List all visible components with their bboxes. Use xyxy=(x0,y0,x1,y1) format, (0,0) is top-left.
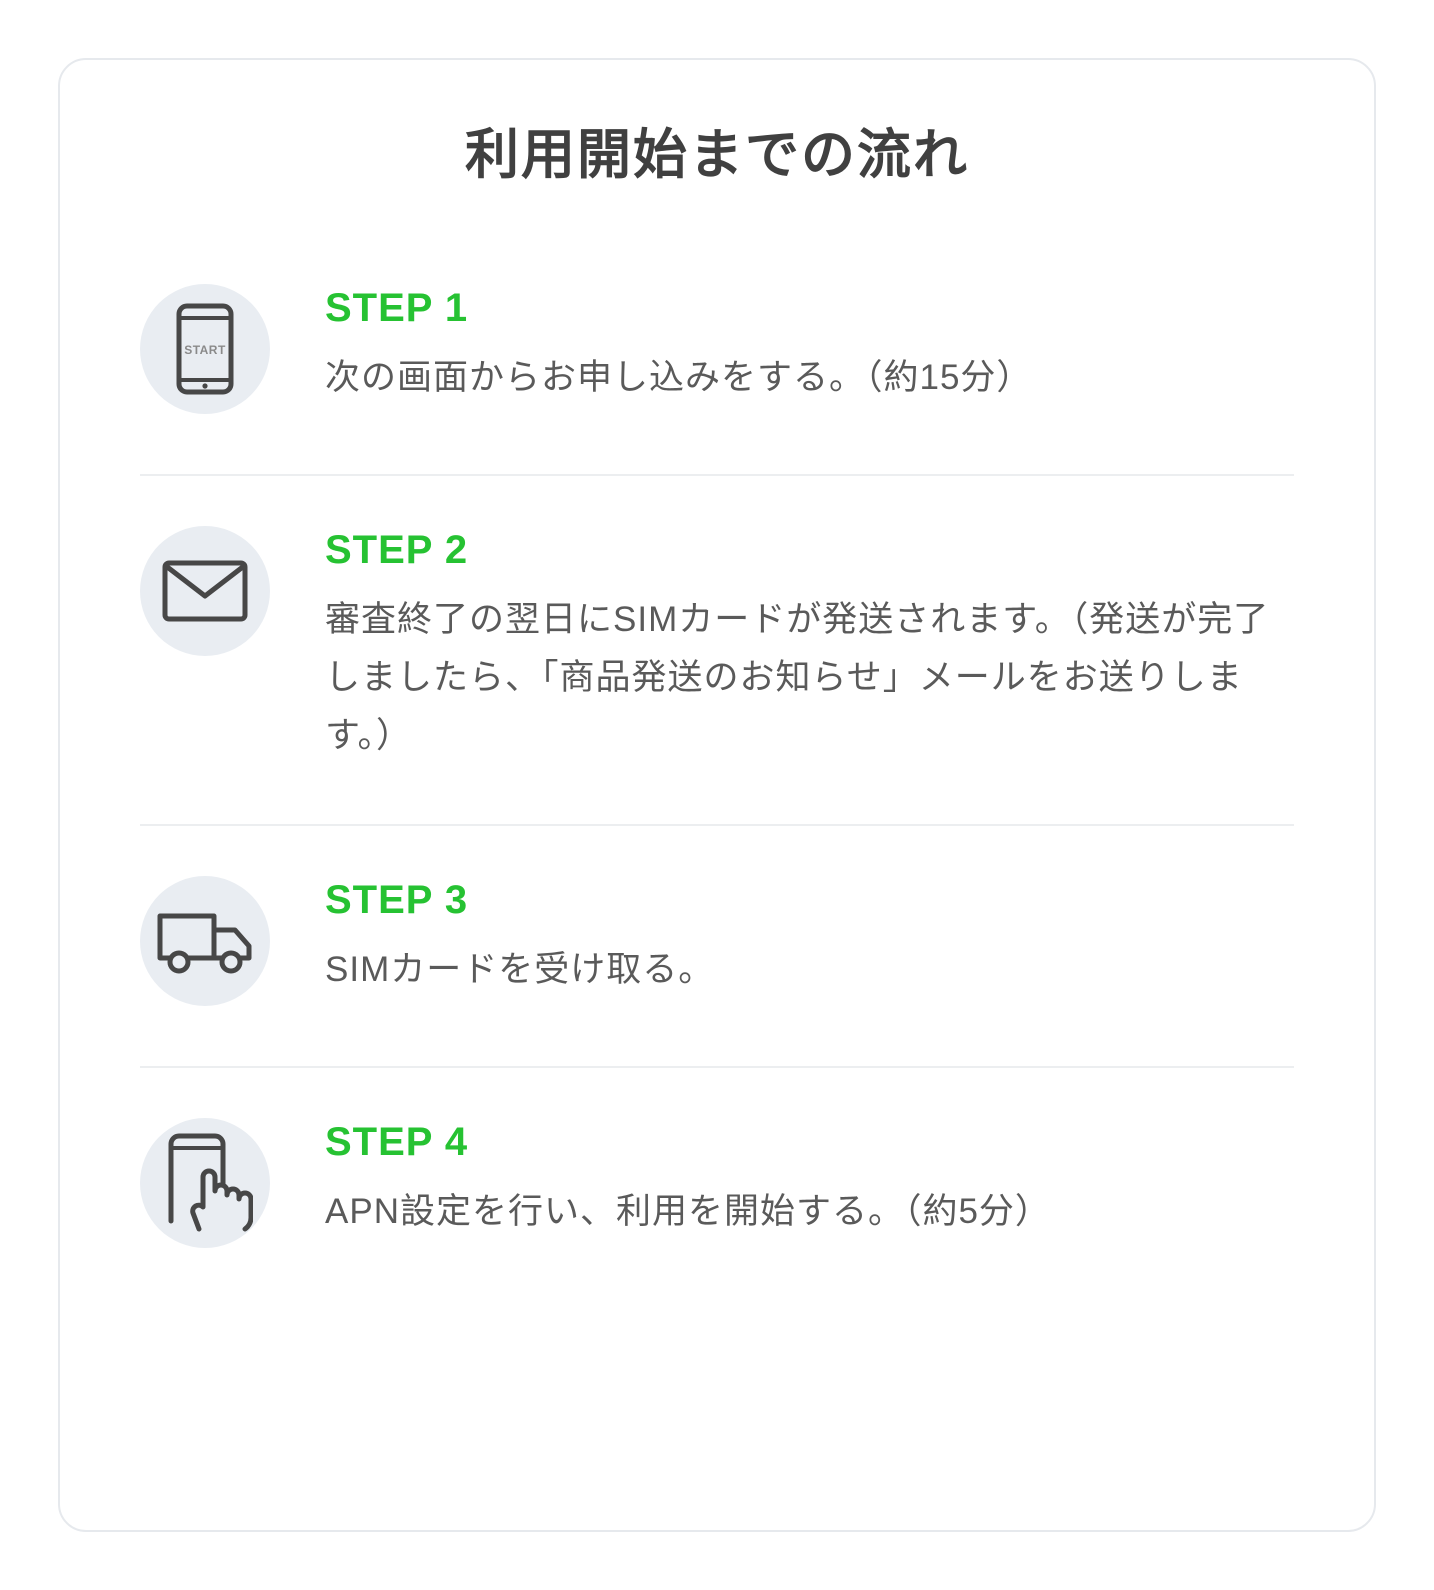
step-desc: 審査終了の翌日にSIMカードが発送されます。（発送が完了しましたら、「商品発送の… xyxy=(325,591,1294,764)
phone-start-icon: START xyxy=(140,284,270,414)
svg-text:START: START xyxy=(184,343,226,357)
step-list: START STEP 1 次の画面からお申し込みをする。（約15分） STEP … xyxy=(140,284,1294,1308)
step-label: STEP 1 xyxy=(325,286,1294,331)
step-desc: APN設定を行い、利用を開始する。（約5分） xyxy=(325,1183,1294,1241)
step-text: STEP 1 次の画面からお申し込みをする。（約15分） xyxy=(325,284,1294,407)
step-label: STEP 3 xyxy=(325,878,1294,923)
step-row: STEP 2 審査終了の翌日にSIMカードが発送されます。（発送が完了しましたら… xyxy=(140,474,1294,824)
phone-touch-icon xyxy=(140,1118,270,1248)
step-desc: SIMカードを受け取る。 xyxy=(325,941,1294,999)
flow-card: 利用開始までの流れ START STEP 1 次の画面からお申し込みをする。（約… xyxy=(58,58,1376,1532)
card-title: 利用開始までの流れ xyxy=(140,110,1294,189)
step-label: STEP 4 xyxy=(325,1120,1294,1165)
truck-icon xyxy=(140,876,270,1006)
step-desc: 次の画面からお申し込みをする。（約15分） xyxy=(325,349,1294,407)
step-row: START STEP 1 次の画面からお申し込みをする。（約15分） xyxy=(140,284,1294,474)
step-row: STEP 4 APN設定を行い、利用を開始する。（約5分） xyxy=(140,1066,1294,1308)
step-label: STEP 2 xyxy=(325,528,1294,573)
step-text: STEP 4 APN設定を行い、利用を開始する。（約5分） xyxy=(325,1118,1294,1241)
step-text: STEP 3 SIMカードを受け取る。 xyxy=(325,876,1294,999)
step-text: STEP 2 審査終了の翌日にSIMカードが発送されます。（発送が完了しましたら… xyxy=(325,526,1294,764)
step-row: STEP 3 SIMカードを受け取る。 xyxy=(140,824,1294,1066)
mail-icon xyxy=(140,526,270,656)
